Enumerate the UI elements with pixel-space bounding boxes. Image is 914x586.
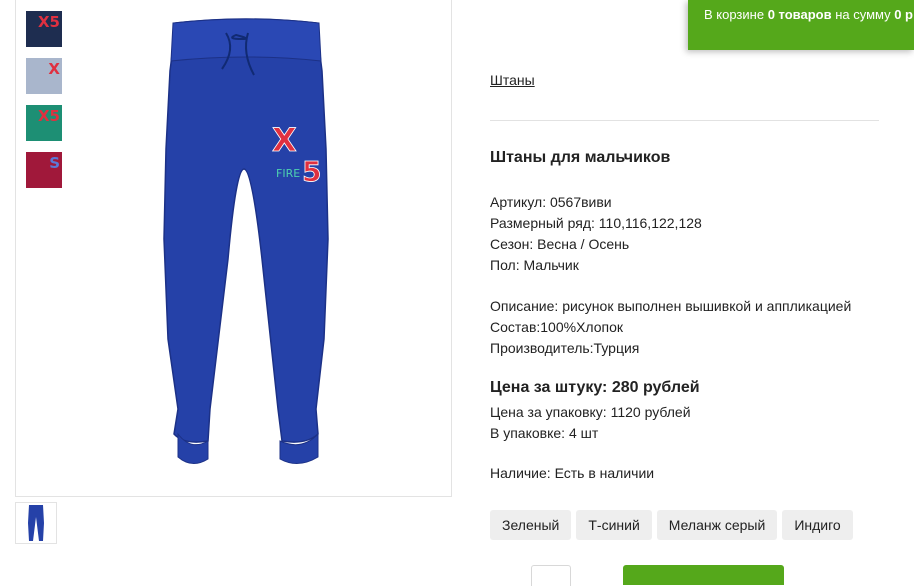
pack-quantity: В упаковке: 4 шт	[490, 425, 599, 441]
product-description: Описание: рисунок выполнен вышивкой и ап…	[490, 296, 851, 359]
unit-price: Цена за штуку: 280 рублей	[490, 379, 700, 396]
color-option-green[interactable]: Зеленый	[490, 510, 572, 540]
patch-text: FIRE	[276, 167, 300, 180]
thumbnail-burgundy[interactable]: S	[26, 152, 62, 188]
main-thumbnail[interactable]	[15, 502, 57, 544]
pack-pricing: Цена за упаковку: 1120 рублей В упаковке…	[490, 402, 691, 444]
svg-text:5: 5	[302, 155, 321, 188]
color-thumbnails: X5 X X5 S	[26, 0, 64, 199]
color-option-indigo[interactable]: Индиго	[782, 510, 853, 540]
color-options: Зеленый Т-синий Меланж серый Индиго	[490, 510, 853, 540]
product-gallery: X5 X X5 S X 5 FIRE	[15, 0, 452, 497]
gender: Пол: Мальчик	[490, 257, 579, 273]
description: Описание: рисунок выполнен вышивкой и ап…	[490, 298, 852, 314]
color-option-melange-grey[interactable]: Меланж серый	[656, 510, 778, 540]
svg-text:X: X	[272, 121, 297, 159]
divider	[490, 120, 879, 121]
main-thumbnail-image	[28, 505, 44, 541]
manufacturer: Производитель:Турция	[490, 340, 640, 356]
product-properties: Артикул: 0567виви Размерный ряд: 110,116…	[490, 192, 702, 276]
cart-sum: 0 р	[894, 7, 914, 22]
stock-status: Наличие: Есть в наличии	[490, 465, 655, 481]
cart-count: 0 товаров	[767, 7, 832, 22]
cart-banner[interactable]: В корзине 0 товаров на сумму 0 р	[688, 0, 914, 50]
cart-middle: на сумму	[831, 7, 895, 22]
product-title: Штаны для мальчиков	[490, 149, 671, 166]
add-to-cart-button[interactable]	[623, 565, 784, 585]
thumbnail-green[interactable]: X5	[26, 105, 62, 141]
composition: Состав:100%Хлопок	[490, 319, 624, 335]
product-image: X 5 FIRE	[163, 18, 329, 464]
season: Сезон: Весна / Осень	[490, 236, 630, 252]
breadcrumb-link[interactable]: Штаны	[490, 72, 535, 88]
thumbnail-navy[interactable]: X5	[26, 11, 62, 47]
article: Артикул: 0567виви	[490, 194, 612, 210]
size-range: Размерный ряд: 110,116,122,128	[490, 215, 702, 231]
color-option-dark-blue[interactable]: Т-синий	[576, 510, 652, 540]
quantity-input[interactable]	[531, 565, 571, 586]
thumbnail-melange[interactable]: X	[26, 58, 62, 94]
cart-prefix: В корзине	[704, 7, 768, 22]
pack-price: Цена за упаковку: 1120 рублей	[490, 404, 691, 420]
